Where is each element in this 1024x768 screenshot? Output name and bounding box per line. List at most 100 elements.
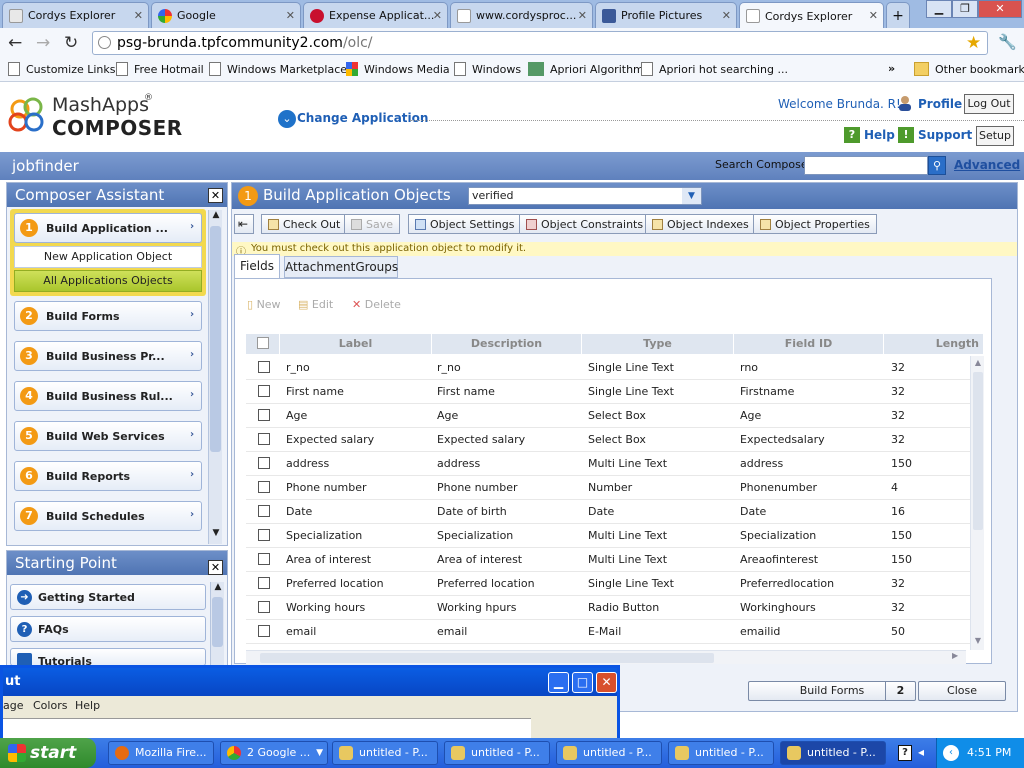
tab-attachment-groups[interactable]: AttachmentGroups [284, 256, 398, 278]
bookmark-windows-marketplace[interactable]: Windows Marketplace [209, 62, 347, 76]
close-starting-point-icon[interactable]: ✕ [208, 560, 223, 575]
scroll-right-icon[interactable]: ▶ [952, 651, 958, 660]
tab-cordys-explorer-1[interactable]: Cordys Explorer ✕ [2, 2, 149, 28]
scroll-up-icon[interactable]: ▲ [972, 358, 984, 367]
starting-point-scrollbar[interactable]: ▲ [210, 582, 224, 666]
table-row[interactable]: Area of interest Area of interest Multi Li… [246, 548, 970, 572]
row-checkbox[interactable] [258, 481, 270, 493]
tab-cordysprocess[interactable]: www.cordysproc... ✕ [450, 2, 593, 28]
table-row[interactable]: Working hours Working hpurs Radio Button Wo… [246, 596, 970, 620]
bookmark-windows-media[interactable]: Windows Media [346, 62, 450, 76]
tab-fields[interactable]: Fields [234, 254, 280, 278]
table-row[interactable]: Expected salary Expected salary Select Box… [246, 428, 970, 452]
change-application-link[interactable]: Change Application [297, 111, 428, 125]
scroll-thumb[interactable] [210, 226, 221, 452]
tab-cordys-explorer-active[interactable]: Cordys Explorer ✕ [739, 2, 884, 29]
column-header-label[interactable]: Label [280, 334, 432, 354]
grid-vertical-scrollbar[interactable]: ▲ ▼ [970, 356, 984, 650]
taskbar-item-paint-2[interactable]: untitled - P... [444, 741, 550, 765]
step-build-reports[interactable]: 6 Build Reports › [14, 461, 202, 491]
start-button[interactable]: start [0, 738, 96, 768]
table-row[interactable]: Specialization Specialization Multi Line T… [246, 524, 970, 548]
all-application-objects-link[interactable]: All Applications Objects [14, 270, 202, 292]
table-row[interactable]: r_no r_no Single Line Text rno 32 [246, 356, 970, 380]
taskbar-item-firefox[interactable]: Mozilla Fire... [108, 741, 214, 765]
bookmark-apriori-algorithm[interactable]: Apriori Algorithm [528, 62, 644, 76]
step-build-business-rules[interactable]: 4 Build Business Rul... › [14, 381, 202, 411]
help-tray-icon[interactable]: ? [898, 745, 912, 761]
paint-maximize-button[interactable]: □ [572, 672, 593, 693]
select-all-checkbox[interactable] [257, 337, 269, 349]
scroll-thumb[interactable] [260, 653, 714, 663]
column-header-length[interactable]: Length [884, 334, 984, 354]
step-build-web-services[interactable]: 5 Build Web Services › [14, 421, 202, 451]
paint-menu-image[interactable]: age [3, 696, 24, 716]
edit-field-button[interactable]: ▤ Edit [298, 298, 333, 311]
bookmark-windows[interactable]: Windows [454, 62, 521, 76]
bookmark-free-hotmail[interactable]: Free Hotmail [116, 62, 204, 76]
close-button[interactable]: Close [918, 681, 1006, 701]
scroll-down-icon[interactable]: ▼ [972, 636, 984, 645]
row-checkbox[interactable] [258, 457, 270, 469]
row-checkbox[interactable] [258, 385, 270, 397]
scroll-up-icon[interactable]: ▲ [210, 210, 222, 224]
close-assistant-icon[interactable]: ✕ [208, 188, 223, 203]
scroll-thumb[interactable] [212, 597, 223, 647]
object-constraints-button[interactable]: Object Constraints [519, 214, 651, 234]
close-icon[interactable]: ✕ [578, 9, 587, 22]
paint-menu-colors[interactable]: Colors [33, 696, 67, 716]
faqs-button[interactable]: ? FAQs [10, 616, 206, 642]
wrench-icon[interactable]: 🔧 [998, 33, 1017, 51]
taskbar-item-paint-4[interactable]: untitled - P... [668, 741, 774, 765]
volume-icon[interactable]: ◂ [918, 745, 924, 759]
reload-icon[interactable]: ↻ [64, 33, 78, 53]
step-build-forms[interactable]: 2 Build Forms › [14, 301, 202, 331]
table-row[interactable]: Phone number Phone number Number Phonenumbe… [246, 476, 970, 500]
setup-button[interactable]: Setup [976, 126, 1014, 146]
paint-minimize-button[interactable]: ▁ [548, 672, 569, 693]
search-composer-input[interactable] [804, 156, 928, 175]
bookmark-other-bookmarks[interactable]: Other bookmarks [914, 62, 1024, 76]
getting-started-button[interactable]: ➜ Getting Started [10, 584, 206, 610]
maximize-window-button[interactable]: ❐ [952, 0, 978, 18]
object-properties-button[interactable]: Object Properties [753, 214, 877, 234]
step-build-business-processes[interactable]: 3 Build Business Pr... › [14, 341, 202, 371]
bookmarks-overflow-chevron[interactable]: » [888, 62, 895, 75]
tab-google[interactable]: Google ✕ [151, 2, 301, 28]
tab-profile-pictures[interactable]: Profile Pictures ✕ [595, 2, 737, 28]
paint-canvas[interactable] [3, 718, 531, 740]
table-row[interactable]: Preferred location Preferred location Sing… [246, 572, 970, 596]
row-checkbox[interactable] [258, 433, 270, 445]
bookmark-star-icon[interactable]: ★ [966, 33, 981, 53]
table-row[interactable]: First name First name Single Line Text Firs… [246, 380, 970, 404]
help-link[interactable]: Help [864, 128, 895, 142]
save-button[interactable]: Save [344, 214, 401, 234]
support-link[interactable]: Support [918, 128, 972, 142]
logout-button[interactable]: Log Out [964, 94, 1014, 114]
object-indexes-button[interactable]: Object Indexes [645, 214, 756, 234]
assistant-scrollbar[interactable]: ▲ ▼ [208, 210, 222, 544]
row-checkbox[interactable] [258, 361, 270, 373]
row-checkbox[interactable] [258, 625, 270, 637]
check-out-button[interactable]: Check Out [261, 214, 348, 234]
column-header-type[interactable]: Type [582, 334, 734, 354]
table-row[interactable]: address address Multi Line Text address 150 [246, 452, 970, 476]
row-checkbox[interactable] [258, 505, 270, 517]
back-button[interactable]: ⇤ [234, 214, 254, 234]
paint-close-button[interactable]: ✕ [596, 672, 617, 693]
application-object-select[interactable]: verified [468, 187, 702, 205]
taskbar-item-paint-1[interactable]: untitled - P... [332, 741, 438, 765]
table-row[interactable]: email email E-Mail emailid 50 [246, 620, 970, 644]
new-application-object-link[interactable]: New Application Object [14, 246, 202, 268]
step-build-application-objects[interactable]: 1 Build Application ... › [14, 213, 202, 243]
minimize-window-button[interactable]: ▁ [926, 0, 952, 18]
build-forms-button[interactable]: Build Forms 2 [748, 681, 916, 701]
bookmark-customize-links[interactable]: Customize Links [8, 62, 116, 76]
scroll-up-icon[interactable]: ▲ [212, 582, 224, 596]
profile-link[interactable]: Profile [918, 97, 962, 111]
close-icon[interactable]: ✕ [869, 9, 878, 22]
tray-arrow-icon[interactable]: ‹ [943, 745, 959, 761]
row-checkbox[interactable] [258, 577, 270, 589]
row-checkbox[interactable] [258, 601, 270, 613]
new-tab-button[interactable]: + [886, 2, 910, 28]
